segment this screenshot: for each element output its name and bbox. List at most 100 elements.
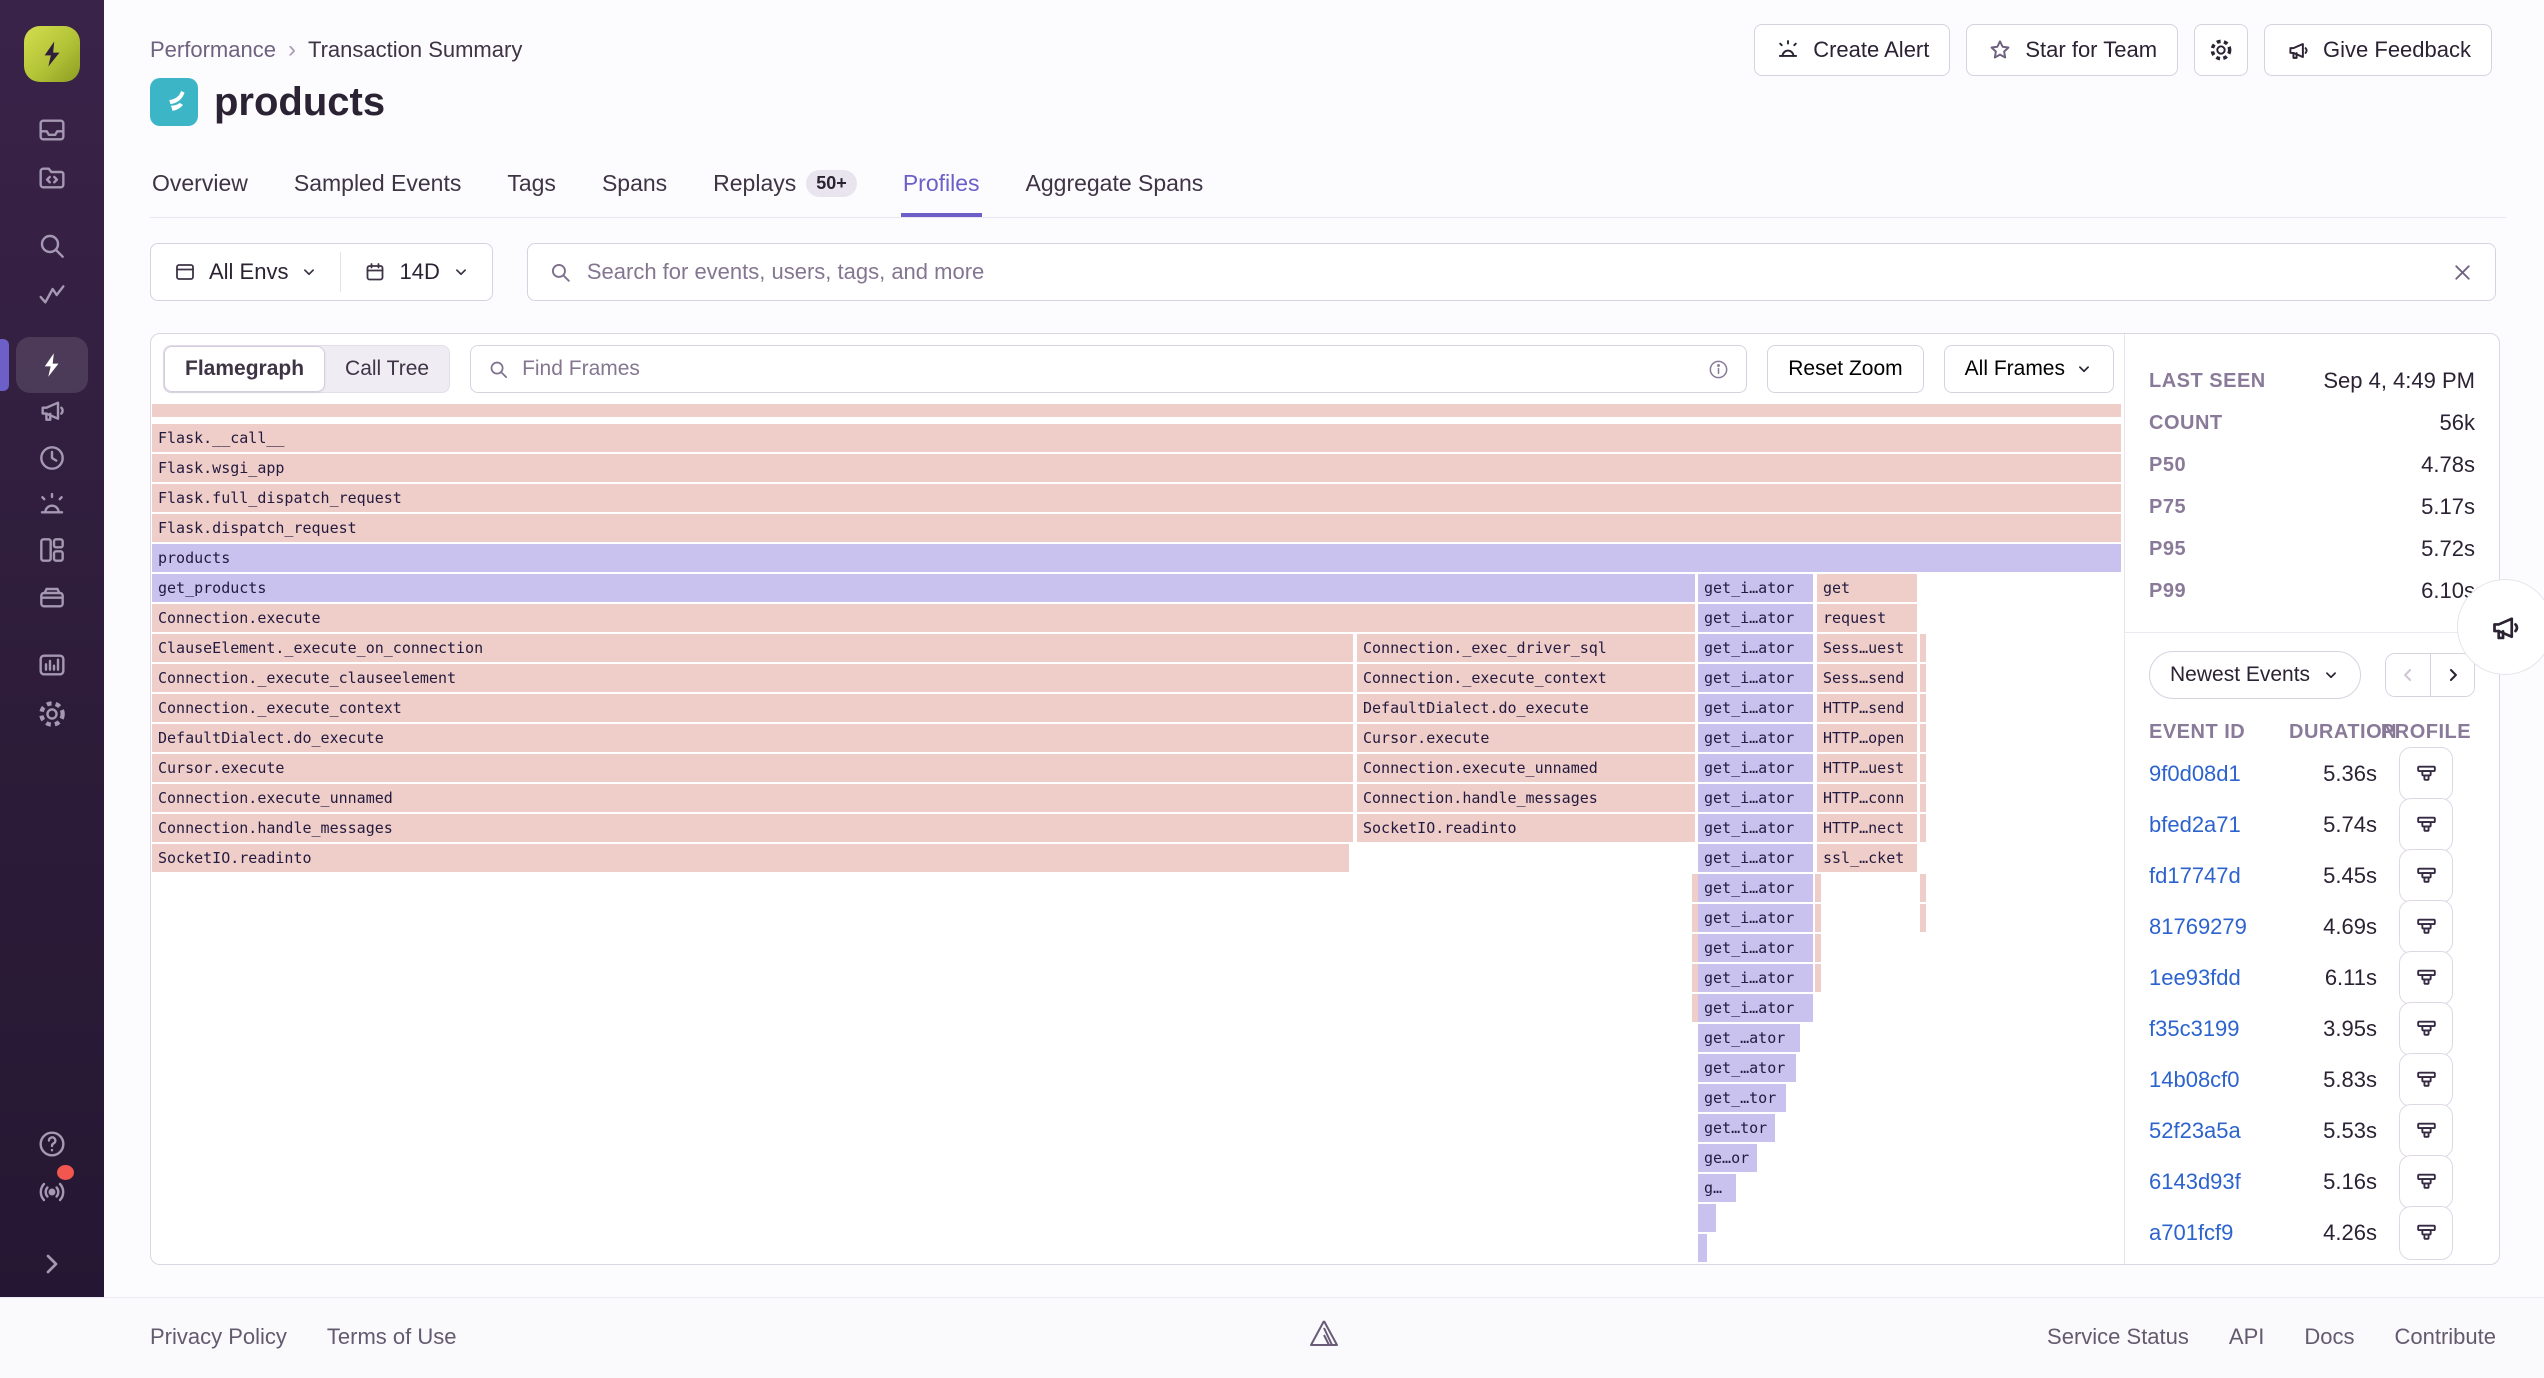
tab-tags[interactable]: Tags [505,166,558,217]
sidebar-item-releases[interactable] [20,574,84,620]
flame-frame[interactable] [1815,904,1821,932]
flame-frame[interactable]: SocketIO.readinto [152,844,1349,872]
flame-frame[interactable]: Cursor.execute [152,754,1353,782]
flame-frame[interactable]: Connection.execute [152,604,1695,632]
open-profile-button[interactable] [2399,900,2453,954]
footer-link-docs[interactable]: Docs [2304,1324,2354,1350]
event-id-link[interactable]: 6143d93f [2149,1169,2241,1194]
flame-frame[interactable] [1698,1234,1707,1262]
prev-page-button[interactable] [2386,654,2430,696]
settings-button[interactable] [2194,24,2248,76]
flame-frame[interactable] [1920,724,1926,752]
flame-frame[interactable]: get_i…ator [1698,664,1813,692]
footer-link-service-status[interactable]: Service Status [2047,1324,2189,1350]
call-tree-tab[interactable]: Call Tree [325,346,449,392]
flame-frame[interactable]: get_products [152,574,1695,602]
find-frames-input[interactable] [522,357,1695,381]
flame-frame[interactable]: get_i…ator [1698,844,1813,872]
flame-frame[interactable]: Sess…uest [1817,634,1917,662]
flame-frame[interactable] [1815,934,1821,962]
footer-link-contribute[interactable]: Contribute [2394,1324,2496,1350]
sidebar-item-issues[interactable] [20,107,84,153]
star-for-team-button[interactable]: Star for Team [1966,24,2178,76]
flame-frame[interactable]: ClauseElement._execute_on_connection [152,634,1353,662]
flame-frame[interactable]: Flask.wsgi_app [152,454,2121,482]
flame-frame[interactable]: Sess…send [1817,664,1917,692]
flame-frame[interactable]: get_i…ator [1698,964,1813,992]
sidebar-item-alerts[interactable] [20,482,84,528]
sidebar-item-dashboards[interactable] [20,527,84,573]
flame-frame[interactable]: Flask.__call__ [152,424,2121,452]
flame-frame[interactable]: get_…tor [1698,1084,1786,1112]
flame-frame[interactable]: DefaultDialect.do_execute [152,724,1353,752]
flame-frame[interactable] [1920,634,1926,662]
flame-frame[interactable]: get_i…ator [1698,634,1813,662]
sidebar-item-settings[interactable] [20,691,84,737]
flame-frame[interactable]: Connection.execute_unnamed [152,784,1353,812]
footer-link-api[interactable]: API [2229,1324,2264,1350]
sidebar-item-stats[interactable] [20,272,84,318]
event-id-link[interactable]: 52f23a5a [2149,1118,2241,1143]
flame-frame[interactable] [1698,1204,1716,1232]
sidebar-item-projects[interactable] [20,155,84,201]
feedback-fab-button[interactable] [2457,579,2544,675]
flame-frame[interactable] [1815,964,1821,992]
reset-zoom-button[interactable]: Reset Zoom [1767,345,1923,393]
flame-frame[interactable]: get_i…ator [1698,814,1813,842]
flame-frame[interactable]: get…tor [1698,1114,1775,1142]
flame-frame[interactable]: HTTP…uest [1817,754,1917,782]
flame-frame[interactable]: Flask.full_dispatch_request [152,484,2121,512]
flame-frame[interactable]: get_i…ator [1698,694,1813,722]
flame-frame[interactable]: Flask.dispatch_request [152,514,2121,542]
flamegraph-tab[interactable]: Flamegraph [164,346,325,392]
sidebar-item-feedback[interactable] [20,387,84,433]
flamegraph-area[interactable]: Flask.__call__Flask.wsgi_appFlask.full_d… [152,404,2125,1264]
flame-frame[interactable]: get_…ator [1698,1024,1800,1052]
give-feedback-button[interactable]: Give Feedback [2264,24,2492,76]
all-frames-dropdown[interactable]: All Frames [1944,345,2114,393]
flame-frame[interactable]: HTTP…send [1817,694,1917,722]
next-page-button[interactable] [2430,654,2474,696]
sort-dropdown[interactable]: Newest Events [2149,651,2361,699]
flame-frame[interactable]: Connection._execute_clauseelement [152,664,1353,692]
flame-frame[interactable] [1920,784,1926,812]
search-input[interactable] [587,259,2436,285]
event-id-link[interactable]: bfed2a71 [2149,812,2241,837]
sidebar-item-search[interactable] [20,223,84,269]
flame-frame[interactable]: get_i…ator [1698,904,1813,932]
flame-frame[interactable] [1920,904,1926,932]
flame-frame[interactable]: get_i…ator [1698,874,1813,902]
sidebar-item-help[interactable] [20,1121,84,1167]
tab-aggregate-spans[interactable]: Aggregate Spans [1024,166,1206,217]
sidebar-item-monitors[interactable] [20,642,84,688]
flame-frame[interactable]: get_i…ator [1698,604,1813,632]
event-id-link[interactable]: fd17747d [2149,863,2241,888]
flame-frame[interactable]: Connection.handle_messages [1357,784,1695,812]
flame-frame[interactable]: Connection._exec_driver_sql [1357,634,1695,662]
tab-replays[interactable]: Replays50+ [711,166,859,217]
date-range-filter[interactable]: 14D [341,244,491,300]
open-profile-button[interactable] [2399,1206,2453,1260]
tab-sampled-events[interactable]: Sampled Events [292,166,463,217]
sidebar-item-whats-new[interactable] [20,1169,84,1215]
event-id-link[interactable]: 81769279 [2149,914,2247,939]
flame-frame[interactable]: DefaultDialect.do_execute [1357,694,1695,722]
flame-frame[interactable] [1920,814,1926,842]
breadcrumb-performance[interactable]: Performance [150,37,276,63]
flame-frame[interactable] [1920,664,1926,692]
flame-frame[interactable]: SocketIO.readinto [1357,814,1695,842]
flame-frame[interactable]: get_i…ator [1698,574,1813,602]
flame-frame[interactable]: g… [1698,1174,1736,1202]
open-profile-button[interactable] [2399,798,2453,852]
tab-spans[interactable]: Spans [600,166,669,217]
flame-frame[interactable]: HTTP…conn [1817,784,1917,812]
flame-frame[interactable]: get_i…ator [1698,784,1813,812]
flame-frame[interactable]: get_…ator [1698,1054,1796,1082]
flame-frame[interactable] [1815,874,1821,902]
flame-frame[interactable] [1920,754,1926,782]
flame-frame[interactable]: get_i…ator [1698,994,1813,1022]
event-id-link[interactable]: a701fcf9 [2149,1220,2233,1245]
flame-frame[interactable]: get_i…ator [1698,724,1813,752]
sidebar-item-profiling[interactable] [20,342,84,388]
flame-frame[interactable]: get_i…ator [1698,754,1813,782]
